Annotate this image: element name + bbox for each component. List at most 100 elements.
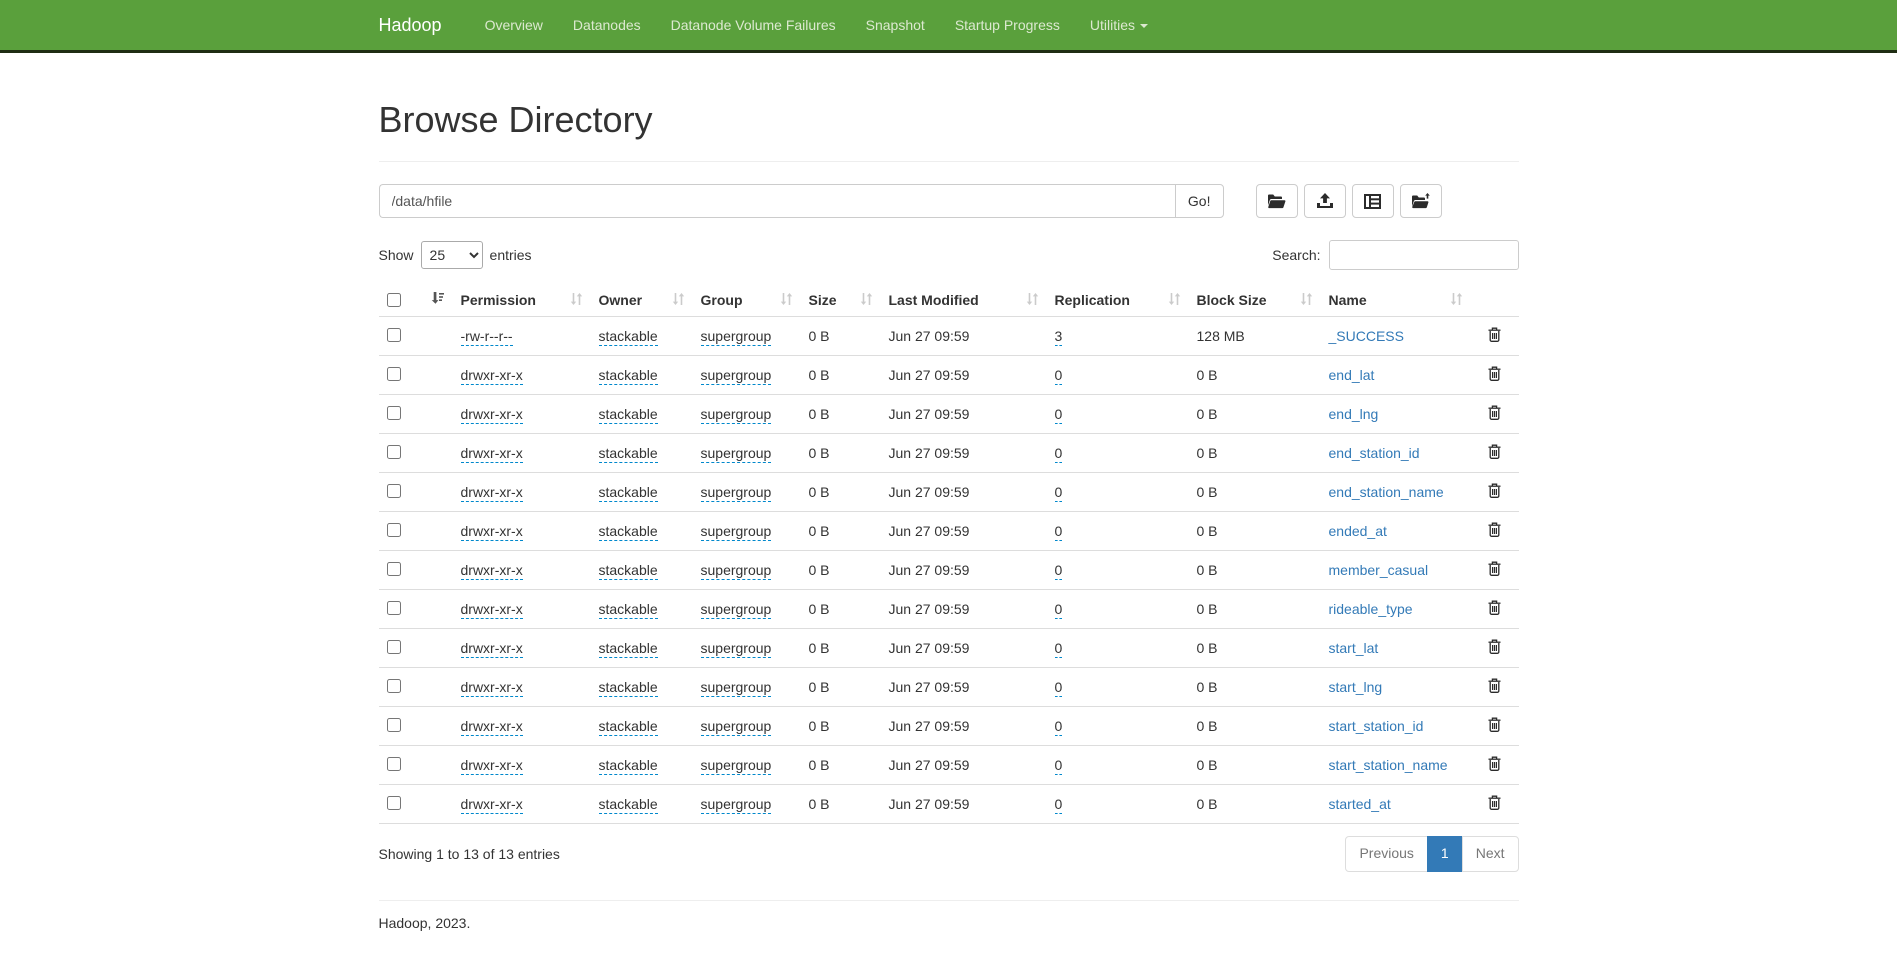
select-all-checkbox[interactable] bbox=[387, 293, 401, 307]
replication-value[interactable]: 0 bbox=[1055, 484, 1063, 502]
page-size-select[interactable]: 25 bbox=[421, 241, 483, 269]
nav-item-datanodes[interactable]: Datanodes bbox=[558, 0, 656, 50]
replication-value[interactable]: 0 bbox=[1055, 796, 1063, 814]
list-view-button[interactable] bbox=[1352, 184, 1394, 218]
header-group[interactable]: Group bbox=[693, 284, 801, 317]
owner-value[interactable]: stackable bbox=[599, 679, 658, 697]
permission-value[interactable]: drwxr-xr-x bbox=[461, 523, 523, 541]
replication-value[interactable]: 0 bbox=[1055, 562, 1063, 580]
permission-value[interactable]: drwxr-xr-x bbox=[461, 562, 523, 580]
delete-button[interactable] bbox=[1488, 717, 1501, 735]
replication-value[interactable]: 0 bbox=[1055, 406, 1063, 424]
owner-value[interactable]: stackable bbox=[599, 796, 658, 814]
delete-button[interactable] bbox=[1488, 483, 1501, 501]
permission-value[interactable]: drwxr-xr-x bbox=[461, 484, 523, 502]
group-value[interactable]: supergroup bbox=[701, 562, 772, 580]
row-checkbox[interactable] bbox=[387, 796, 401, 810]
nav-item-utilities-dropdown[interactable]: Utilities bbox=[1075, 0, 1163, 50]
permission-value[interactable]: drwxr-xr-x bbox=[461, 679, 523, 697]
delete-button[interactable] bbox=[1488, 327, 1501, 345]
row-checkbox[interactable] bbox=[387, 523, 401, 537]
owner-value[interactable]: stackable bbox=[599, 562, 658, 580]
replication-value[interactable]: 0 bbox=[1055, 718, 1063, 736]
replication-value[interactable]: 0 bbox=[1055, 523, 1063, 541]
nav-item-snapshot[interactable]: Snapshot bbox=[851, 0, 940, 50]
group-value[interactable]: supergroup bbox=[701, 445, 772, 463]
file-name-link[interactable]: end_station_name bbox=[1329, 484, 1444, 500]
delete-button[interactable] bbox=[1488, 756, 1501, 774]
replication-value[interactable]: 0 bbox=[1055, 445, 1063, 463]
delete-button[interactable] bbox=[1488, 366, 1501, 384]
permission-value[interactable]: drwxr-xr-x bbox=[461, 367, 523, 385]
group-value[interactable]: supergroup bbox=[701, 796, 772, 814]
delete-button[interactable] bbox=[1488, 795, 1501, 813]
file-name-link[interactable]: start_station_id bbox=[1329, 718, 1424, 734]
file-name-link[interactable]: _SUCCESS bbox=[1329, 328, 1404, 344]
file-name-link[interactable]: end_station_id bbox=[1329, 445, 1420, 461]
row-checkbox[interactable] bbox=[387, 679, 401, 693]
owner-value[interactable]: stackable bbox=[599, 718, 658, 736]
permission-value[interactable]: drwxr-xr-x bbox=[461, 601, 523, 619]
row-checkbox[interactable] bbox=[387, 640, 401, 654]
replication-value[interactable]: 0 bbox=[1055, 757, 1063, 775]
header-permission[interactable]: Permission bbox=[453, 284, 591, 317]
search-input[interactable] bbox=[1329, 240, 1519, 270]
permission-value[interactable]: -rw-r--r-- bbox=[461, 328, 513, 346]
owner-value[interactable]: stackable bbox=[599, 406, 658, 424]
permission-value[interactable]: drwxr-xr-x bbox=[461, 718, 523, 736]
nav-item-startup-progress[interactable]: Startup Progress bbox=[940, 0, 1075, 50]
delete-button[interactable] bbox=[1488, 444, 1501, 462]
group-value[interactable]: supergroup bbox=[701, 601, 772, 619]
group-value[interactable]: supergroup bbox=[701, 484, 772, 502]
directory-path-input[interactable] bbox=[379, 184, 1175, 218]
replication-value[interactable]: 0 bbox=[1055, 367, 1063, 385]
permission-value[interactable]: drwxr-xr-x bbox=[461, 796, 523, 814]
select-all-header[interactable] bbox=[379, 284, 453, 317]
row-checkbox[interactable] bbox=[387, 328, 401, 342]
nav-item-overview[interactable]: Overview bbox=[470, 0, 558, 50]
delete-button[interactable] bbox=[1488, 522, 1501, 540]
header-name[interactable]: Name bbox=[1321, 284, 1471, 317]
owner-value[interactable]: stackable bbox=[599, 640, 658, 658]
file-name-link[interactable]: start_lat bbox=[1329, 640, 1379, 656]
file-name-link[interactable]: rideable_type bbox=[1329, 601, 1413, 617]
file-name-link[interactable]: end_lng bbox=[1329, 406, 1379, 422]
nav-item-datanode-volume-failures[interactable]: Datanode Volume Failures bbox=[656, 0, 851, 50]
replication-value[interactable]: 0 bbox=[1055, 679, 1063, 697]
replication-value[interactable]: 0 bbox=[1055, 601, 1063, 619]
owner-value[interactable]: stackable bbox=[599, 601, 658, 619]
group-value[interactable]: supergroup bbox=[701, 406, 772, 424]
row-checkbox[interactable] bbox=[387, 601, 401, 615]
page-1-button[interactable]: 1 bbox=[1427, 836, 1463, 872]
file-name-link[interactable]: member_casual bbox=[1329, 562, 1429, 578]
owner-value[interactable]: stackable bbox=[599, 328, 658, 346]
group-value[interactable]: supergroup bbox=[701, 679, 772, 697]
next-page-button[interactable]: Next bbox=[1462, 836, 1519, 872]
owner-value[interactable]: stackable bbox=[599, 757, 658, 775]
replication-value[interactable]: 3 bbox=[1055, 328, 1063, 346]
create-directory-button[interactable] bbox=[1256, 184, 1298, 218]
replication-value[interactable]: 0 bbox=[1055, 640, 1063, 658]
file-name-link[interactable]: ended_at bbox=[1329, 523, 1387, 539]
brand-hadoop[interactable]: Hadoop bbox=[379, 0, 442, 50]
previous-page-button[interactable]: Previous bbox=[1345, 836, 1427, 872]
header-size[interactable]: Size bbox=[801, 284, 881, 317]
permission-value[interactable]: drwxr-xr-x bbox=[461, 406, 523, 424]
upload-files-button[interactable] bbox=[1304, 184, 1346, 218]
row-checkbox[interactable] bbox=[387, 367, 401, 381]
group-value[interactable]: supergroup bbox=[701, 718, 772, 736]
owner-value[interactable]: stackable bbox=[599, 367, 658, 385]
move-to-trash-toggle-button[interactable] bbox=[1400, 184, 1442, 218]
owner-value[interactable]: stackable bbox=[599, 484, 658, 502]
delete-button[interactable] bbox=[1488, 561, 1501, 579]
permission-value[interactable]: drwxr-xr-x bbox=[461, 640, 523, 658]
owner-value[interactable]: stackable bbox=[599, 445, 658, 463]
go-button[interactable]: Go! bbox=[1175, 184, 1224, 218]
delete-button[interactable] bbox=[1488, 600, 1501, 618]
owner-value[interactable]: stackable bbox=[599, 523, 658, 541]
header-replication[interactable]: Replication bbox=[1047, 284, 1189, 317]
row-checkbox[interactable] bbox=[387, 757, 401, 771]
row-checkbox[interactable] bbox=[387, 445, 401, 459]
header-owner[interactable]: Owner bbox=[591, 284, 693, 317]
header-last-modified[interactable]: Last Modified bbox=[881, 284, 1047, 317]
